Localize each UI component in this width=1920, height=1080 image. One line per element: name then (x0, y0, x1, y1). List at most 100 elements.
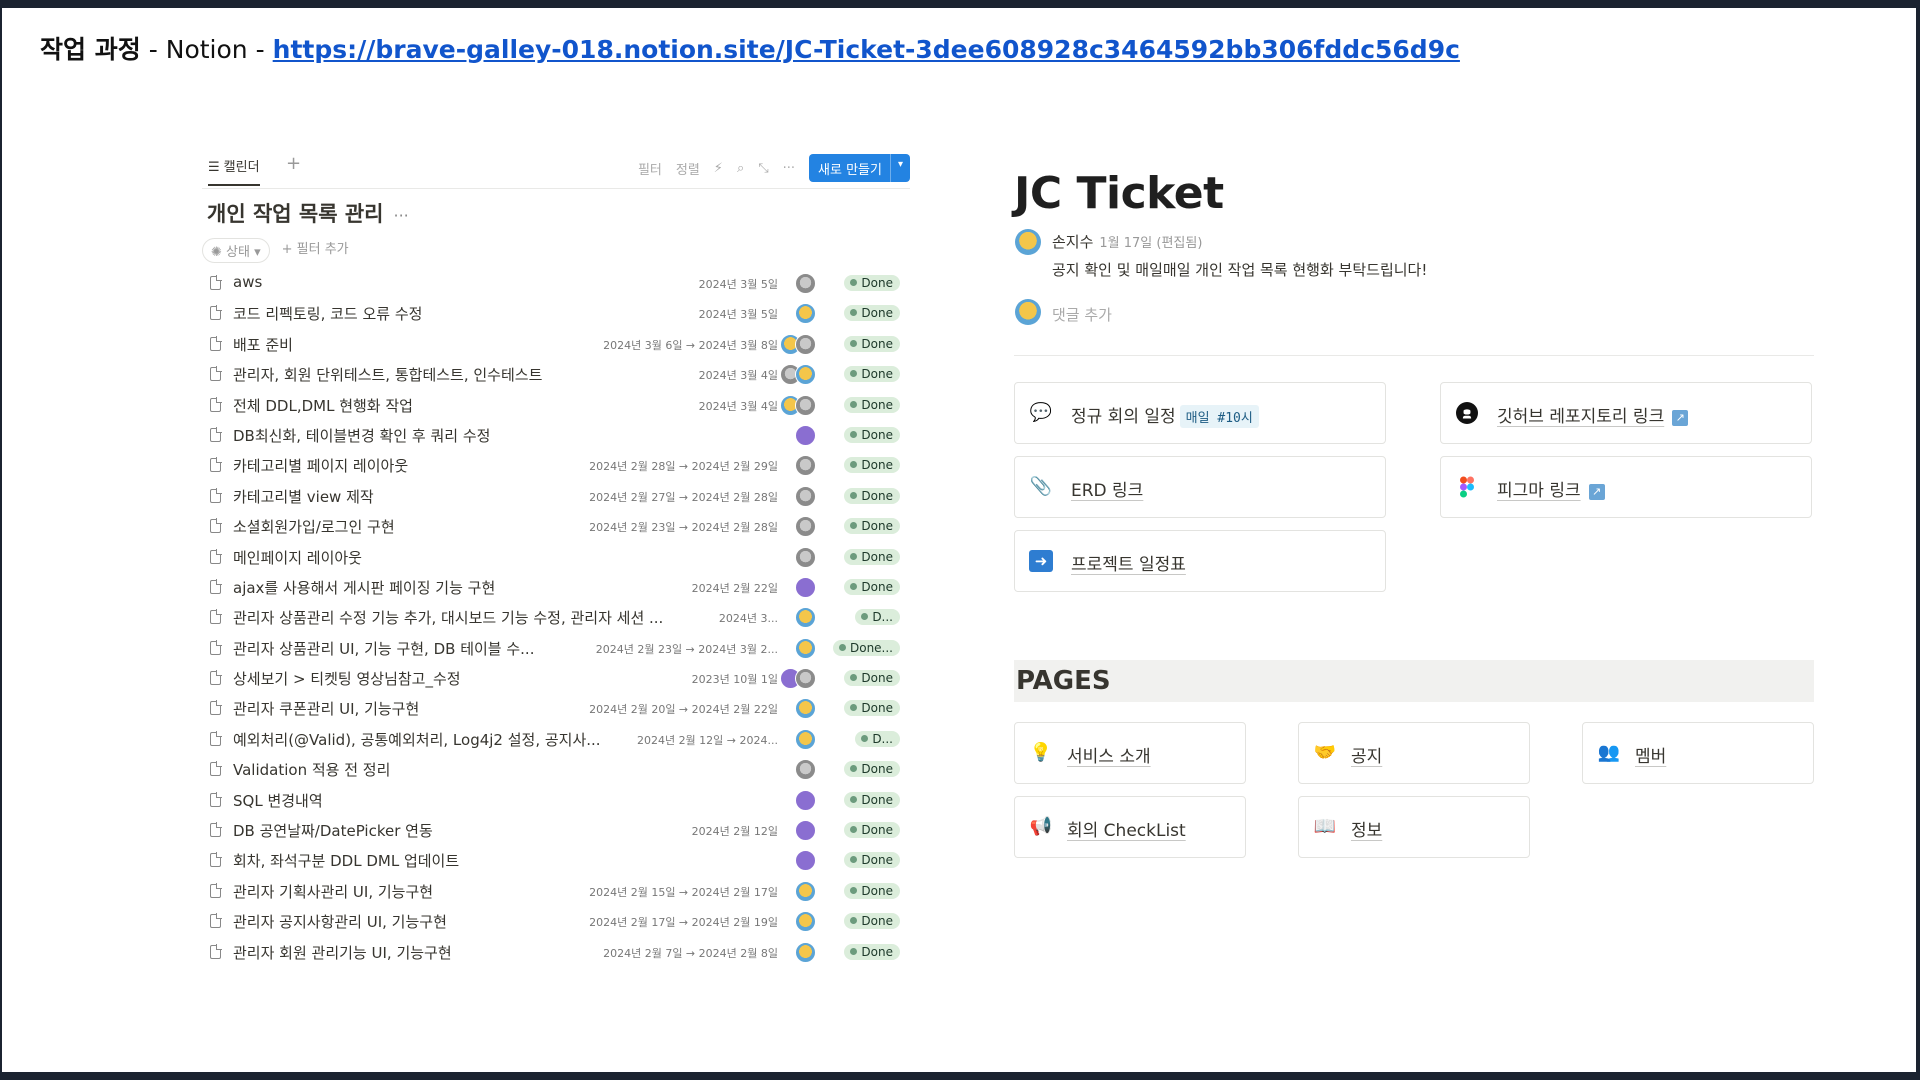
table-row[interactable]: 배포 준비 2024년 3월 6일 → 2024년 3월 8일 Done (202, 331, 910, 361)
avatar (795, 333, 816, 355)
notion-url-link[interactable]: https://brave-galley-018.notion.site/JC-… (273, 35, 1460, 64)
table-row[interactable]: 관리자 기획사관리 UI, 기능구현 2024년 2월 15일 → 2024년 2… (202, 878, 910, 908)
table-row[interactable]: aws 2024년 3월 5일 Done (202, 270, 910, 300)
task-title: 관리자 회원 관리기능 UI, 기능구현 (233, 943, 452, 962)
task-date: 2024년 2월 23일 → 2024년 3월 2... (595, 642, 778, 656)
status-badge: Done (844, 882, 900, 899)
chevron-down-icon[interactable]: ▾ (889, 154, 910, 182)
assignees (795, 850, 816, 872)
status-badge: Done (844, 457, 900, 474)
table-row[interactable]: SQL 변경내역 Done (202, 787, 910, 817)
task-date: 2024년 2월 17일 → 2024년 2월 19일 (589, 916, 778, 930)
task-date: 2024년 2월 22일 (691, 581, 778, 595)
page-card-label: 서비스 소개 (1067, 747, 1151, 767)
table-row[interactable]: 관리자 쿠폰관리 UI, 기능구현 2024년 2월 20일 → 2024년 2월… (202, 695, 910, 725)
avatar (795, 911, 816, 933)
github-link-card[interactable]: 깃허브 레포지토리 링크 ↗ (1440, 382, 1812, 444)
page-card-members[interactable]: 👥 멤버 (1582, 722, 1814, 784)
task-title: 관리자, 회원 단위테스트, 통합테스트, 인수테스트 (233, 366, 543, 385)
header-app: Notion (165, 35, 248, 64)
status-filter-chip[interactable]: ✺ 상태 ▾ (202, 238, 270, 263)
page-card-label: 회의 CheckList (1067, 821, 1186, 841)
table-row[interactable]: 관리자 상품관리 수정 기능 추가, 대시보드 기능 수정, 관리자 세션 ..… (202, 604, 910, 634)
page-card-meeting-checklist[interactable]: 📢 회의 CheckList (1014, 796, 1246, 858)
comment-author: 손지수 (1052, 233, 1094, 251)
more-icon[interactable]: ··· (783, 161, 795, 176)
task-title: SQL 변경내역 (233, 791, 323, 810)
page-icon (210, 670, 222, 686)
more-icon[interactable]: ··· (394, 206, 409, 225)
sort-button[interactable]: 정렬 (676, 159, 700, 178)
page-card-info[interactable]: 📖 정보 (1298, 796, 1530, 858)
table-row[interactable]: 상세보기 > 티켓팅 영상님참고_수정 2023년 10월 1일 Done (202, 665, 910, 695)
table-row[interactable]: 관리자 상품관리 UI, 기능 구현, DB 테이블 수... 2024년 2월 … (202, 635, 910, 665)
new-button[interactable]: 새로 만들기 ▾ (809, 154, 910, 182)
avatar (795, 516, 816, 538)
expand-icon[interactable]: ⤡ (758, 161, 768, 176)
assignees (795, 820, 816, 842)
assignees (795, 637, 816, 659)
table-row[interactable]: 회차, 좌석구분 DDL DML 업데이트 Done (202, 847, 910, 877)
page-icon (210, 913, 222, 929)
table-row[interactable]: 카테고리별 view 제작 2024년 2월 27일 → 2024년 2월 28일… (202, 483, 910, 513)
erd-link-label: ERD 링크 (1071, 481, 1144, 501)
task-title: 관리자 기획사관리 UI, 기능구현 (233, 882, 434, 901)
figma-icon (1455, 476, 1479, 498)
avatar (795, 303, 816, 325)
table-row[interactable]: 관리자 회원 관리기능 UI, 기능구현 2024년 2월 7일 → 2024년 … (202, 939, 910, 969)
search-icon[interactable]: ⌕ (737, 161, 744, 176)
task-date: 2024년 3월 4일 (698, 399, 778, 413)
table-row[interactable]: 카테고리별 페이지 레이아웃 2024년 2월 28일 → 2024년 2월 29… (202, 452, 910, 482)
erd-link-card[interactable]: 📎 ERD 링크 (1014, 456, 1386, 518)
task-title: 코드 리펙토링, 코드 오류 수정 (233, 305, 423, 324)
assignees (795, 607, 816, 629)
page-card-service-intro[interactable]: 💡 서비스 소개 (1014, 722, 1246, 784)
avatar (795, 607, 816, 629)
filter-button[interactable]: 필터 (638, 159, 662, 178)
table-row[interactable]: 메인페이지 레이아웃 Done (202, 544, 910, 574)
assignees (795, 303, 816, 325)
tab-calendar-view[interactable]: ☰ 캘린더 (208, 156, 260, 186)
automation-icon[interactable]: ⚡ (714, 161, 723, 176)
page-card-label: 공지 (1351, 747, 1383, 767)
toolbar-actions: 필터 정렬 ⚡ ⌕ ⤡ ··· 새로 만들기 ▾ (638, 154, 910, 182)
project-schedule-card[interactable]: ➜ 프로젝트 일정표 (1014, 530, 1386, 592)
page-title: JC Ticket (1014, 168, 1224, 219)
table-row[interactable]: DB최신화, 테이블변경 확인 후 쿼리 수정 Done (202, 422, 910, 452)
add-comment-placeholder: 댓글 추가 (1052, 306, 1112, 324)
avatar (795, 424, 816, 446)
status-badge: Done (844, 578, 900, 595)
page-card-notice[interactable]: 🤝 공지 (1298, 722, 1530, 784)
assignees (795, 728, 816, 750)
table-row[interactable]: ajax를 사용해서 게시판 페이징 기능 구현 2024년 2월 22일 Done (202, 574, 910, 604)
avatar (1015, 229, 1041, 255)
table-row[interactable]: Validation 적용 전 정리 Done (202, 756, 910, 786)
add-filter-button[interactable]: + 필터 추가 (282, 238, 349, 263)
table-row[interactable]: 관리자, 회원 단위테스트, 통합테스트, 인수테스트 2024년 3월 4일 Do… (202, 361, 910, 391)
table-row[interactable]: DB 공연날짜/DatePicker 연동 2024년 2월 12일 Done (202, 817, 910, 847)
table-row[interactable]: 소셜회원가입/로그인 구현 2024년 2월 23일 → 2024년 2월 28일… (202, 513, 910, 543)
table-row[interactable]: 코드 리펙토링, 코드 오류 수정 2024년 3월 5일 Done (202, 300, 910, 330)
task-date: 2024년 2월 28일 → 2024년 2월 29일 (589, 460, 778, 474)
status-badge: Done (844, 943, 900, 960)
add-view-button[interactable]: + (286, 153, 301, 174)
avatar (795, 394, 816, 416)
table-row[interactable]: 관리자 공지사항관리 UI, 기능구현 2024년 2월 17일 → 2024년 … (202, 908, 910, 938)
divider (1014, 355, 1814, 356)
comment: 손지수 1월 17일 (편집됨) 공지 확인 및 매일매일 개인 작업 목록 현행… (1014, 225, 1814, 287)
task-title: DB 공연날짜/DatePicker 연동 (233, 822, 433, 841)
arrow-right-icon: ➜ (1029, 550, 1053, 572)
figma-link-card[interactable]: 피그마 링크 ↗ (1440, 456, 1812, 518)
add-comment[interactable]: 댓글 추가 (1014, 297, 1814, 337)
task-title: ajax를 사용해서 게시판 페이징 기능 구현 (233, 578, 496, 597)
status-badge: Done... (832, 639, 900, 656)
page-icon (210, 700, 222, 716)
table-row[interactable]: 전체 DDL,DML 현행화 작업 2024년 3월 4일 Done (202, 392, 910, 422)
page-icon (210, 578, 222, 594)
task-database: ☰ 캘린더 + 필터 정렬 ⚡ ⌕ ⤡ ··· 새로 만들기 ▾ 개인 작업 목록 … (202, 148, 910, 963)
table-row[interactable]: 예외처리(@Valid), 공통예외처리, Log4j2 설정, 공지사... 2… (202, 726, 910, 756)
task-title: 상세보기 > 티켓팅 영상님참고_수정 (233, 670, 461, 689)
page-icon (210, 609, 222, 625)
meeting-schedule-card[interactable]: 💬 정규 회의 일정 매일 #10시 (1014, 382, 1386, 444)
assignees (795, 576, 816, 598)
